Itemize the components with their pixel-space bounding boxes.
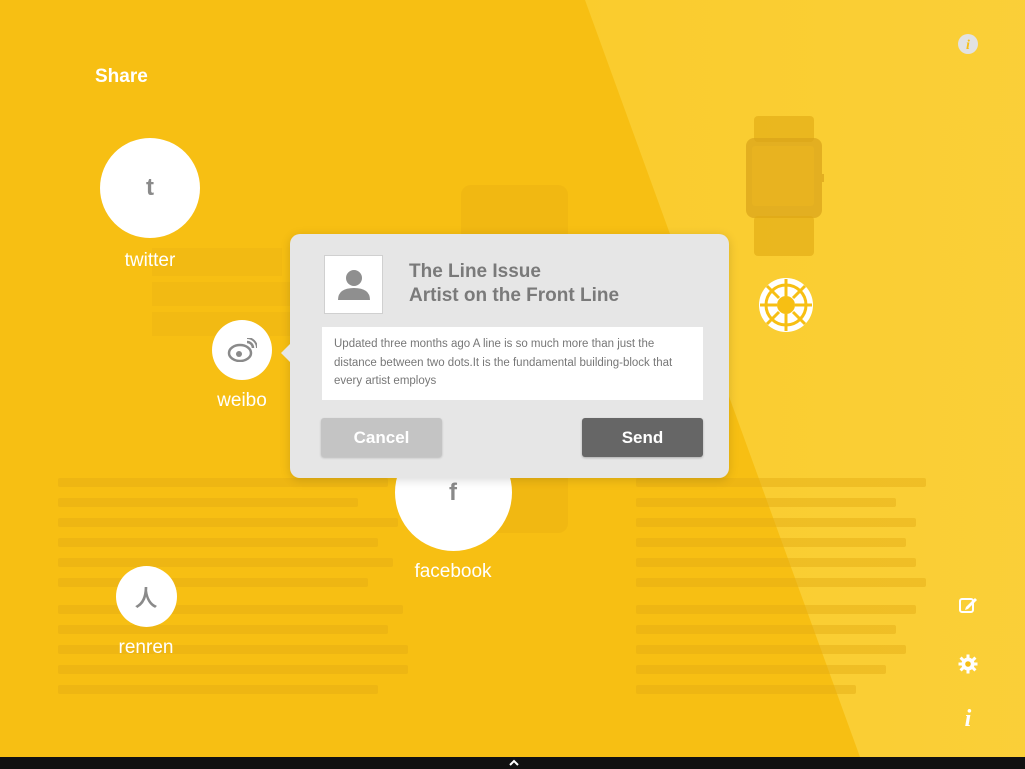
background-text-ghost [58,478,388,487]
background-text-ghost [58,558,393,567]
background-text-ghost [636,605,916,614]
background-text-ghost [58,605,403,614]
background-text-ghost [58,538,378,547]
dialog-title-line2: Artist on the Front Line [409,285,620,306]
share-dialog: The Line Issue Artist on the Front Line … [281,234,729,478]
info-icon[interactable]: i [956,705,980,729]
watch-illustration [746,116,824,256]
twitter-label: twitter [124,250,176,271]
avatar [324,255,383,314]
chevron-up-icon[interactable] [508,757,520,769]
gear-icon[interactable] [956,652,980,676]
background-text-ghost [636,685,856,694]
renren-icon[interactable]: 人 [115,566,177,627]
background-text-ghost [58,498,358,507]
background-text-ghost [636,558,916,567]
dialog-title-line1: The Line Issue [409,261,541,282]
info-icon[interactable]: i [956,32,980,56]
background-text-ghost [636,625,896,634]
background-text-ghost [636,478,926,487]
background-text-ghost [636,645,906,654]
background-text-ghost [58,578,368,587]
background-text-ghost [58,645,408,654]
share-renren[interactable]: 人 renren [115,566,177,659]
twitter-icon[interactable]: t [100,138,200,238]
weibo-label: weibo [217,390,267,411]
bottom-bar [0,757,1025,769]
weibo-icon[interactable] [212,320,272,380]
dialog-title: The Line Issue Artist on the Front Line [409,260,619,308]
background-text-ghost [58,518,398,527]
background-heading-ghost [152,282,292,306]
background-text-ghost [636,538,906,547]
dialog-pointer [281,344,290,362]
user-icon [337,269,370,300]
renren-label: renren [118,637,174,658]
share-twitter[interactable]: t twitter [100,138,200,272]
edit-icon[interactable] [956,593,980,617]
cancel-button[interactable]: Cancel [321,418,442,457]
svg-text:i: i [966,38,970,53]
facebook-label: facebook [414,561,492,582]
background-text-ghost [636,578,926,587]
svg-text:i: i [965,706,972,729]
background-text-ghost [636,518,916,527]
sun-icon [759,278,813,332]
background-text-ghost [58,665,408,674]
background-text-ghost [636,498,896,507]
background-text-ghost [636,665,886,674]
share-weibo[interactable]: weibo [202,320,282,412]
send-button[interactable]: Send [582,418,703,457]
dialog-message[interactable]: Updated three months ago A line is so mu… [322,327,703,400]
share-title: Share [95,66,148,87]
background-text-ghost [58,685,378,694]
background-text-ghost [58,625,388,634]
